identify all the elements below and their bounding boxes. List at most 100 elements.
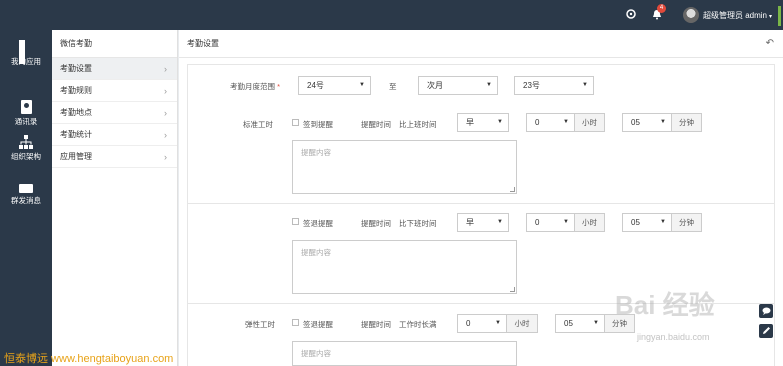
- chevron-right-icon: ›: [164, 130, 167, 140]
- compare-label: 比下班时间: [399, 219, 437, 228]
- chevron-down-icon: ▼: [660, 119, 666, 125]
- chevron-down-icon: ▼: [497, 219, 503, 225]
- baidu-watermark-logo: Bai 经验: [615, 290, 715, 320]
- relation-value: 早: [466, 218, 474, 227]
- user-label: 超级管理员 admin: [703, 11, 768, 20]
- flex-hours-select[interactable]: 0 ▼: [457, 314, 507, 333]
- submenu-item-label: 考勤设置: [60, 64, 92, 73]
- chevron-right-icon: ›: [164, 64, 167, 74]
- chevron-down-icon: ▾: [769, 14, 773, 20]
- sign-in-relation-select[interactable]: 早 ▼: [457, 113, 509, 132]
- hours-value: 0: [535, 218, 540, 227]
- submenu-item-app-management[interactable]: 应用管理 ›: [52, 146, 177, 168]
- standard-hours-label: 标准工时: [243, 120, 273, 129]
- submenu-item-label: 应用管理: [60, 152, 92, 161]
- chevron-right-icon: ›: [164, 108, 167, 118]
- back-icon[interactable]: ↶: [766, 30, 774, 58]
- minute-unit: 分钟: [672, 113, 702, 132]
- textarea-placeholder: 提醒内容: [301, 148, 331, 157]
- chevron-right-icon: ›: [164, 86, 167, 96]
- chevron-down-icon: ▼: [359, 82, 365, 88]
- nav-item-broadcast[interactable]: 群发消息: [0, 178, 52, 218]
- textarea-placeholder: 提醒内容: [301, 248, 331, 257]
- sign-out-reminder-label: 签退提醒: [303, 219, 333, 228]
- nav-item-label: 组织架构: [11, 152, 41, 161]
- range-label-text: 考勤月度范围: [230, 82, 275, 91]
- notification-badge: 4: [657, 4, 666, 13]
- chevron-down-icon: ▼: [593, 320, 599, 326]
- nav-item-label: 群发消息: [11, 196, 41, 205]
- relation-value: 早: [466, 118, 474, 127]
- nav-item-my-apps[interactable]: 我的应用: [0, 34, 52, 74]
- submenu: 微信考勤 考勤设置 › 考勤规则 › 考勤地点 › 考勤统计 › 应用管理 ›: [52, 30, 178, 366]
- submenu-item-label: 考勤规则: [60, 86, 92, 95]
- nav-item-label: 我的应用: [11, 57, 41, 66]
- chat-icon[interactable]: [759, 304, 773, 318]
- minutes-value: 05: [564, 319, 573, 328]
- sign-in-minutes-select[interactable]: 05 ▼: [622, 113, 672, 132]
- required-mark: *: [277, 82, 281, 91]
- end-day-value: 23号: [523, 81, 540, 90]
- minutes-value: 05: [631, 218, 640, 227]
- flexible-hours-label: 弹性工时: [245, 320, 275, 329]
- remind-time-label: 提醒时间: [361, 120, 391, 129]
- avatar[interactable]: [683, 7, 699, 23]
- hours-value: 0: [535, 118, 540, 127]
- submenu-item-label: 考勤地点: [60, 108, 92, 117]
- nav-item-label: 通讯录: [14, 117, 38, 126]
- site-watermark: 恒泰博远 www.hengtaiboyuan.com: [4, 353, 174, 365]
- chevron-down-icon: ▼: [486, 82, 492, 88]
- contacts-icon: [20, 100, 32, 114]
- sign-out-reminder-checkbox[interactable]: [292, 218, 299, 225]
- hour-unit: 小时: [575, 213, 605, 232]
- chevron-right-icon: ›: [164, 152, 167, 162]
- end-month-value: 次月: [427, 81, 443, 90]
- sign-out-reminder-textarea[interactable]: 提醒内容: [292, 240, 517, 294]
- start-day-value: 24号: [307, 81, 324, 90]
- nav-item-contacts[interactable]: 通讯录: [0, 94, 52, 134]
- nav-item-org[interactable]: 组织架构: [0, 129, 52, 169]
- apps-grid-icon[interactable]: [625, 9, 637, 21]
- accent-bar: [778, 6, 781, 26]
- hour-unit: 小时: [507, 314, 538, 333]
- submenu-item-attendance-rules[interactable]: 考勤规则 ›: [52, 80, 177, 102]
- flex-minutes-select[interactable]: 05 ▼: [555, 314, 605, 333]
- page-title: 考勤设置: [187, 39, 219, 48]
- submenu-item-label: 考勤统计: [60, 130, 92, 139]
- to-label: 至: [389, 82, 397, 91]
- flex-reminder-checkbox[interactable]: [292, 319, 299, 326]
- textarea-placeholder: 提醒内容: [301, 349, 331, 358]
- sign-in-hours-select[interactable]: 0 ▼: [526, 113, 575, 132]
- minutes-value: 05: [631, 118, 640, 127]
- sign-out-hours-select[interactable]: 0 ▼: [526, 213, 575, 232]
- chevron-down-icon: ▼: [497, 119, 503, 125]
- sign-in-reminder-checkbox[interactable]: [292, 119, 299, 126]
- end-month-select[interactable]: 次月 ▼: [418, 76, 498, 95]
- nav-rail: 我的应用 通讯录 组织架构 群发消息: [0, 30, 52, 366]
- flex-reminder-label: 签退提醒: [303, 320, 333, 329]
- submenu-item-attendance-stats[interactable]: 考勤统计 ›: [52, 124, 177, 146]
- resize-grip[interactable]: [510, 287, 515, 292]
- sign-in-reminder-textarea[interactable]: 提醒内容: [292, 140, 517, 194]
- page-header: 考勤设置 ↶: [179, 30, 783, 58]
- sign-in-reminder-label: 签到提醒: [303, 120, 333, 129]
- end-day-select[interactable]: 23号 ▼: [514, 76, 594, 95]
- compare-label: 工作时长满: [399, 320, 437, 329]
- flex-reminder-textarea[interactable]: 提醒内容: [292, 341, 517, 366]
- resize-grip[interactable]: [510, 187, 515, 192]
- user-menu[interactable]: 超级管理员 admin ▾: [703, 10, 772, 21]
- minute-unit: 分钟: [672, 213, 702, 232]
- compare-label: 比上班时间: [399, 120, 437, 129]
- sign-out-relation-select[interactable]: 早 ▼: [457, 213, 509, 232]
- submenu-title: 微信考勤: [52, 30, 177, 58]
- submenu-item-attendance-locations[interactable]: 考勤地点 ›: [52, 102, 177, 124]
- org-chart-icon: [19, 135, 33, 149]
- edit-icon[interactable]: [759, 324, 773, 338]
- start-day-select[interactable]: 24号 ▼: [298, 76, 371, 95]
- range-label: 考勤月度范围 *: [230, 81, 280, 92]
- chevron-down-icon: ▼: [563, 219, 569, 225]
- sign-out-minutes-select[interactable]: 05 ▼: [622, 213, 672, 232]
- submenu-item-attendance-settings[interactable]: 考勤设置 ›: [52, 58, 177, 80]
- remind-time-label: 提醒时间: [361, 320, 391, 329]
- baidu-watermark-url: jingyan.baidu.com: [637, 332, 710, 342]
